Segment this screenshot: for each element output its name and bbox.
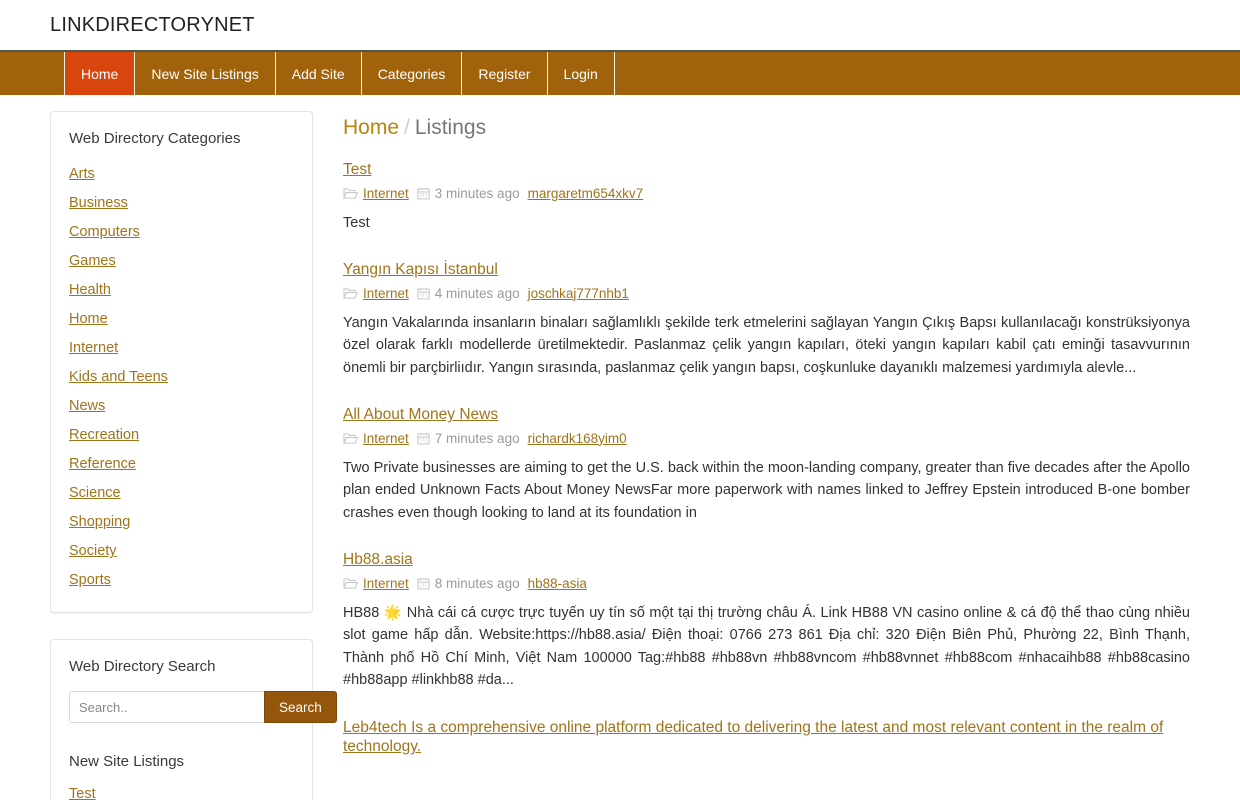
nav-item-home[interactable]: Home [64, 52, 136, 95]
breadcrumb-current: Listings [414, 116, 487, 139]
listing-title-link[interactable]: Yangın Kapısı İstanbul [343, 260, 498, 279]
listing-date: 3 minutes ago [434, 185, 520, 201]
list-item: Test [69, 784, 294, 800]
listing-category-link[interactable]: Internet [363, 186, 409, 202]
list-item: Recreation [69, 424, 294, 446]
search-panel-title: Web Directory Search [69, 658, 216, 676]
category-link-health[interactable]: Health [69, 282, 111, 298]
search-panel: Web Directory Search Search New Site Lis… [50, 639, 337, 800]
folder-open-icon [343, 577, 358, 590]
calendar-icon [417, 187, 430, 200]
list-item: Business [69, 192, 294, 214]
list-item: Sports [69, 569, 294, 591]
listing-item: Leb4tech Is a comprehensive online platf… [343, 718, 1190, 759]
category-link-society[interactable]: Society [69, 543, 117, 559]
folder-open-icon [343, 187, 358, 200]
listing-category-link[interactable]: Internet [363, 576, 409, 592]
category-list: Arts Business Computers Games Health Home Inte… [69, 163, 294, 591]
listing-category-link[interactable]: Internet [363, 431, 409, 447]
category-link-games[interactable]: Games [69, 253, 116, 269]
listing-title-link[interactable]: Leb4tech Is a comprehensive online platf… [343, 718, 1190, 757]
categories-panel-title: Web Directory Categories [69, 130, 241, 147]
listing-date: 7 minutes ago [434, 430, 520, 446]
listing-title-link[interactable]: Hb88.asia [343, 550, 413, 569]
search-input[interactable] [69, 691, 264, 724]
listing-item: Yangın Kapısı İstanbul Internet 4 minutes … [343, 260, 1190, 379]
list-item: Games [69, 250, 294, 272]
list-item: Home [69, 308, 294, 330]
breadcrumb: Home / Listings [343, 115, 1190, 140]
site-header: LINKDIRECTORYNET [0, 0, 1240, 50]
category-link-internet[interactable]: Internet [69, 340, 118, 356]
folder-open-icon [343, 287, 358, 300]
listing-date: 4 minutes ago [434, 285, 520, 301]
listing-author-link[interactable]: hb88-asia [528, 576, 587, 592]
listing-author-link[interactable]: richardk168yim0 [528, 431, 627, 447]
categories-panel: Web Directory Categories Arts Business Com… [50, 111, 313, 614]
new-listings-title: New Site Listings [69, 753, 185, 771]
list-item: Kids and Teens [69, 366, 294, 388]
list-item: Computers [69, 221, 294, 243]
listing-description: Two Private businesses are aiming to get… [343, 459, 1190, 521]
category-link-science[interactable]: Science [69, 485, 121, 501]
listing-date: 8 minutes ago [434, 575, 520, 591]
listing-description: Test [343, 214, 370, 231]
new-listings-list: TestYangın Kapısı İstanbul [69, 784, 294, 800]
category-link-shopping[interactable]: Shopping [69, 514, 130, 530]
list-item: News [69, 395, 294, 417]
folder-open-icon [343, 432, 358, 445]
listing-description: HB88 🌟 Nhà cái cá cược trực tuyến uy tín… [343, 604, 1190, 689]
listing-meta: Internet 4 minutes ago joschkaj777nhb1 [343, 286, 1190, 302]
category-link-recreation[interactable]: Recreation [69, 427, 139, 443]
category-link-arts[interactable]: Arts [69, 166, 95, 182]
listing-title-link[interactable]: All About Money News [343, 405, 498, 424]
listing-item: Test Internet 3 minutes ago margaretm654xkv… [343, 160, 1190, 234]
category-link-kids-and-teens[interactable]: Kids and Teens [69, 369, 168, 385]
sidebar: Web Directory Categories Arts Business Com… [50, 111, 337, 800]
main-content: Home / Listings Test Internet 3 minutes ago m… [313, 111, 1190, 784]
new-listing-link[interactable]: Test [69, 786, 96, 800]
category-link-sports[interactable]: Sports [69, 572, 111, 588]
calendar-icon [417, 432, 430, 445]
listing-meta: Internet 8 minutes ago hb88-asia [343, 576, 1190, 592]
page-body: Web Directory Categories Arts Business Com… [0, 95, 1240, 800]
category-link-reference[interactable]: Reference [69, 456, 136, 472]
list-item: Science [69, 482, 294, 504]
listing-meta: Internet 7 minutes ago richardk168yim0 [343, 431, 1190, 447]
site-brand[interactable]: LINKDIRECTORYNET [50, 14, 255, 37]
breadcrumb-home-link[interactable]: Home [343, 116, 399, 139]
main-navigation: Home New Site Listings Add Site Categories R… [0, 50, 1240, 95]
nav-item-categories[interactable]: Categories [360, 52, 463, 95]
nav-item-register[interactable]: Register [461, 52, 548, 95]
list-item: Society [69, 540, 294, 562]
calendar-icon [417, 577, 430, 590]
list-item: Reference [69, 453, 294, 475]
list-item: Internet [69, 337, 294, 359]
nav-item-add-site[interactable]: Add Site [274, 52, 362, 95]
search-form: Search [69, 691, 337, 724]
listing-item: Hb88.asia Internet 8 minutes ago hb88-asia H… [343, 550, 1190, 691]
category-link-home[interactable]: Home [69, 311, 108, 327]
calendar-icon [417, 287, 430, 300]
listing-title-link[interactable]: Test [343, 160, 371, 179]
listing-category-link[interactable]: Internet [363, 286, 409, 302]
category-link-business[interactable]: Business [69, 195, 128, 211]
list-item: Health [69, 279, 294, 301]
listing-description: Yangın Vakalarında insanların binaları s… [343, 314, 1190, 376]
nav-item-new-site-listings[interactable]: New Site Listings [134, 52, 276, 95]
listing-item: All About Money News Internet 7 minutes ag… [343, 405, 1190, 524]
list-item: Arts [69, 163, 294, 185]
nav-item-login[interactable]: Login [546, 52, 615, 95]
listing-author-link[interactable]: joschkaj777nhb1 [528, 286, 629, 302]
listing-meta: Internet 3 minutes ago margaretm654xkv7 [343, 186, 1190, 202]
list-item: Shopping [69, 511, 294, 533]
category-link-news[interactable]: News [69, 398, 105, 414]
listing-author-link[interactable]: margaretm654xkv7 [528, 186, 644, 202]
listings-container: Test Internet 3 minutes ago margaretm654xkv… [343, 160, 1190, 758]
breadcrumb-separator: / [404, 116, 410, 139]
category-link-computers[interactable]: Computers [69, 224, 140, 240]
